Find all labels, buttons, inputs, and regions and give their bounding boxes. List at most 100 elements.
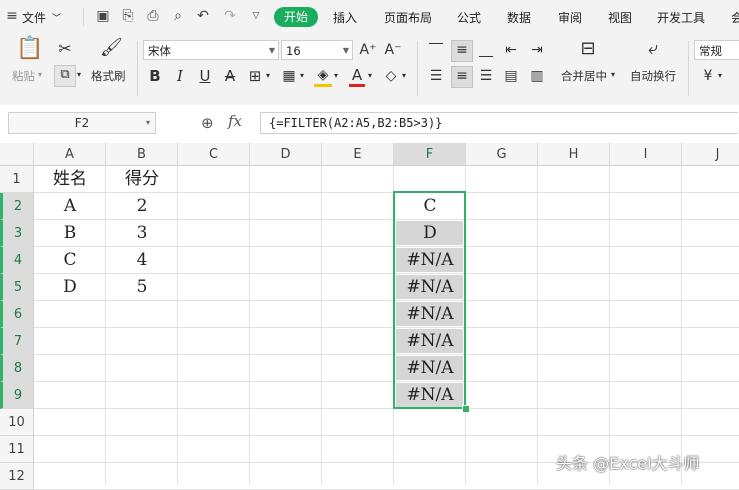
tab-insert[interactable]: 插入 — [333, 9, 357, 26]
print-icon[interactable]: ⎙ — [145, 8, 161, 24]
number-format-select[interactable]: 常规 — [694, 40, 739, 60]
cell-a3[interactable]: B — [34, 220, 106, 247]
menu-file[interactable]: 文件 — [22, 9, 46, 26]
italic-icon[interactable]: I — [172, 67, 188, 85]
font-size-select[interactable]: 16 ▼ — [281, 40, 353, 60]
currency-dropdown-icon[interactable]: ▾ — [718, 71, 722, 80]
insert-function-icon[interactable]: fx — [228, 112, 242, 130]
tab-start[interactable]: 开始 — [274, 7, 318, 27]
row-header-11[interactable]: 11 — [0, 436, 34, 463]
cut-icon[interactable]: ✂ — [55, 40, 75, 58]
zoom-search-icon[interactable]: ⊕ — [201, 114, 214, 132]
align-top-icon[interactable]: ⎺ — [427, 41, 445, 59]
tab-data[interactable]: 数据 — [507, 9, 531, 26]
fill-color-dropdown-icon[interactable]: ▾ — [334, 71, 338, 80]
column-header-h[interactable]: H — [538, 143, 610, 166]
cell-b5[interactable]: 5 — [106, 274, 178, 301]
paste-button[interactable]: 粘贴 — [12, 68, 35, 84]
column-header-i[interactable]: I — [610, 143, 682, 166]
paste-icon[interactable]: 📋 — [16, 38, 43, 64]
tab-member[interactable]: 会 — [731, 9, 739, 26]
cell-b4[interactable]: 4 — [106, 247, 178, 274]
distributed-icon[interactable]: ▥ — [528, 67, 546, 85]
cell-style-icon[interactable]: ▦ — [280, 67, 298, 85]
hamburger-icon[interactable]: ≡ — [4, 8, 20, 24]
row-header-7[interactable]: 7 — [0, 328, 34, 355]
wrap-text-button[interactable]: 自动换行 — [630, 68, 676, 84]
wrap-text-icon[interactable]: ⤶ — [641, 40, 665, 58]
underline-icon[interactable]: U — [197, 67, 213, 85]
merge-dropdown-icon[interactable]: ▾ — [611, 70, 615, 79]
more-icon[interactable]: ▽ — [248, 8, 264, 24]
print-preview-icon[interactable]: ⌕ — [170, 8, 186, 24]
row-header-5[interactable]: 5 — [0, 274, 34, 301]
align-right-icon[interactable]: ☰ — [477, 67, 495, 85]
merge-center-icon[interactable]: ⊟ — [576, 40, 600, 58]
fill-color-icon[interactable]: ◈ — [314, 66, 332, 87]
select-all-corner[interactable] — [0, 143, 34, 166]
increase-font-icon[interactable]: A⁺ — [359, 41, 377, 59]
justify-icon[interactable]: ▤ — [502, 67, 520, 85]
column-header-g[interactable]: G — [466, 143, 538, 166]
cell-b2[interactable]: 2 — [106, 193, 178, 220]
cell-a2[interactable]: A — [34, 193, 106, 220]
cell-a4[interactable]: C — [34, 247, 106, 274]
copy-dropdown-icon[interactable]: ▾ — [77, 70, 81, 79]
export-pdf-icon[interactable]: ⎘ — [120, 8, 136, 24]
chevron-down-icon[interactable]: ﹀ — [52, 11, 61, 24]
cell-style-dropdown-icon[interactable]: ▾ — [300, 71, 304, 80]
column-header-j[interactable]: J — [682, 143, 739, 166]
increase-indent-icon[interactable]: ⇥ — [528, 41, 546, 59]
name-box[interactable]: F2 ▾ — [8, 112, 156, 134]
currency-icon[interactable]: ¥ — [700, 67, 716, 85]
row-header-4[interactable]: 4 — [0, 247, 34, 274]
strikethrough-icon[interactable]: A — [222, 67, 238, 85]
fill-handle[interactable] — [462, 405, 470, 413]
cell-a1[interactable]: 姓名 — [34, 166, 106, 193]
decrease-indent-icon[interactable]: ⇤ — [502, 41, 520, 59]
column-header-b[interactable]: B — [106, 143, 178, 166]
align-center-icon[interactable]: ≡ — [451, 66, 473, 88]
format-painter-icon[interactable]: 🖌 — [100, 39, 123, 57]
cell-a5[interactable]: D — [34, 274, 106, 301]
row-header-3[interactable]: 3 — [0, 220, 34, 247]
format-painter-button[interactable]: 格式刷 — [91, 68, 126, 84]
column-header-f[interactable]: F — [394, 143, 466, 166]
tab-page-layout[interactable]: 页面布局 — [384, 9, 432, 26]
tab-review[interactable]: 审阅 — [558, 9, 582, 26]
column-header-e[interactable]: E — [322, 143, 394, 166]
row-header-10[interactable]: 10 — [0, 409, 34, 436]
align-left-icon[interactable]: ☰ — [427, 67, 445, 85]
row-header-12[interactable]: 12 — [0, 463, 34, 490]
column-header-a[interactable]: A — [34, 143, 106, 166]
border-dropdown-icon[interactable]: ▾ — [266, 71, 270, 80]
column-header-c[interactable]: C — [178, 143, 250, 166]
save-icon[interactable]: ▣ — [95, 8, 111, 24]
cell-b3[interactable]: 3 — [106, 220, 178, 247]
paste-dropdown-icon[interactable]: ▾ — [38, 70, 42, 79]
clear-format-dropdown-icon[interactable]: ▾ — [402, 71, 406, 80]
tab-formulas[interactable]: 公式 — [457, 9, 481, 26]
bold-icon[interactable]: B — [147, 67, 163, 85]
font-color-icon[interactable]: A — [349, 66, 365, 87]
column-header-d[interactable]: D — [250, 143, 322, 166]
font-name-select[interactable]: 宋体 ▼ — [143, 40, 279, 60]
clear-format-icon[interactable]: ◇ — [382, 67, 400, 85]
cell-b1[interactable]: 得分 — [106, 166, 178, 193]
copy-icon[interactable]: ⧉ — [54, 65, 76, 87]
row-header-6[interactable]: 6 — [0, 301, 34, 328]
border-icon[interactable]: ⊞ — [246, 67, 264, 85]
font-color-dropdown-icon[interactable]: ▾ — [368, 71, 372, 80]
tab-view[interactable]: 视图 — [608, 9, 632, 26]
row-header-1[interactable]: 1 — [0, 166, 34, 193]
redo-icon[interactable]: ↷ — [222, 8, 238, 24]
align-bottom-icon[interactable]: ⎽ — [477, 41, 495, 59]
tab-developer[interactable]: 开发工具 — [657, 9, 705, 26]
row-header-2[interactable]: 2 — [0, 193, 34, 220]
align-middle-icon[interactable]: ≡ — [451, 40, 473, 62]
row-header-9[interactable]: 9 — [0, 382, 34, 409]
merge-center-button[interactable]: 合并居中 — [561, 68, 607, 84]
decrease-font-icon[interactable]: A⁻ — [384, 41, 402, 59]
formula-input[interactable]: {=FILTER(A2:A5,B2:B5>3)} — [260, 112, 738, 134]
undo-icon[interactable]: ↶ — [195, 8, 211, 24]
